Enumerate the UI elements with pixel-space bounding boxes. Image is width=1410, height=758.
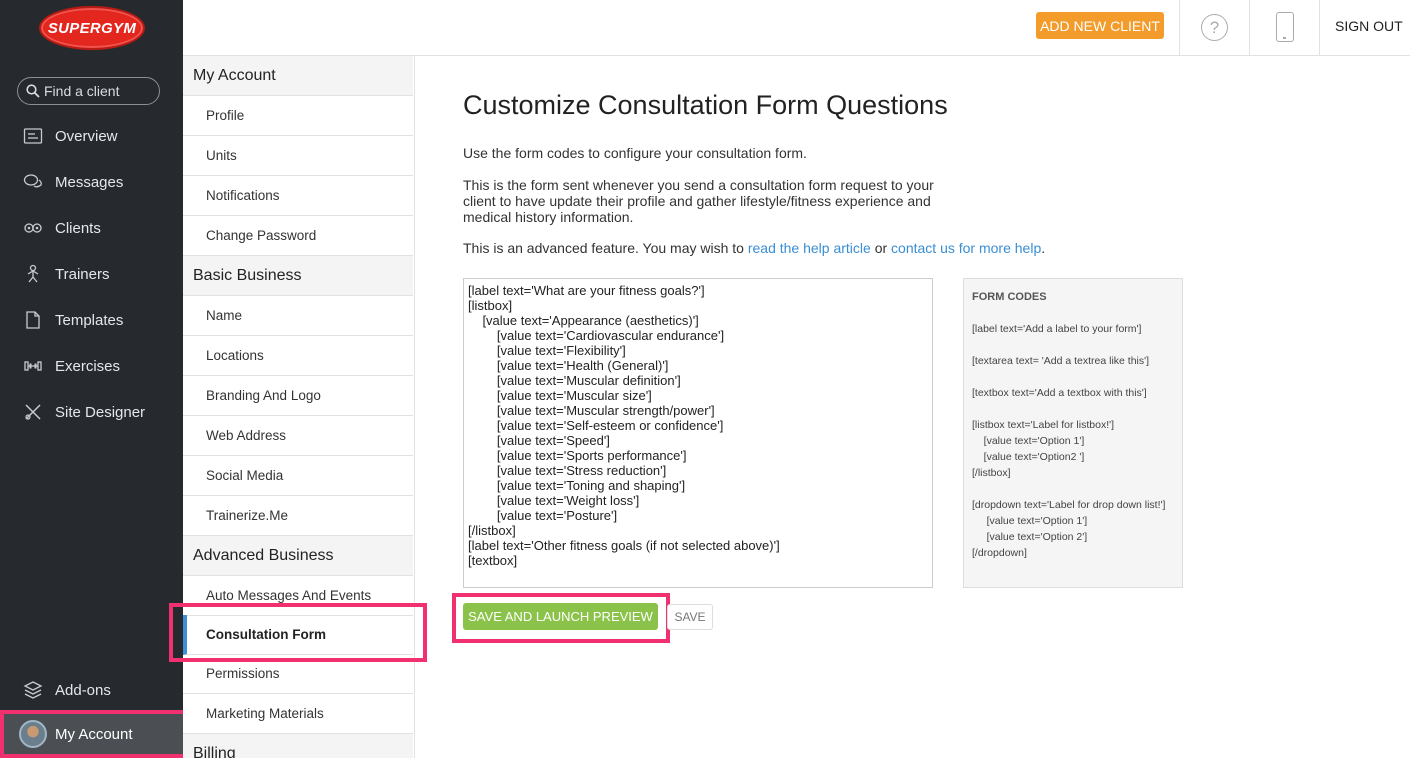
nav-add-ons[interactable]: Add-ons bbox=[0, 670, 183, 710]
section-header-advanced-business: Advanced Business bbox=[183, 536, 413, 576]
description-text: This is the form sent whenever you send … bbox=[463, 177, 934, 225]
settings-item-profile[interactable]: Profile bbox=[183, 96, 413, 136]
settings-item-consultation-form[interactable]: Consultation Form bbox=[183, 615, 413, 655]
code-example: [label text='Add a label to your form'] bbox=[972, 323, 1142, 335]
nav-my-account[interactable]: My Account bbox=[0, 710, 190, 758]
form-codes-panel: FORM CODES [label text='Add a label to y… bbox=[963, 278, 1183, 588]
divider bbox=[1249, 0, 1250, 56]
code-example: [textbox text='Add a textbox with this'] bbox=[972, 387, 1147, 399]
advanced-note: This is an advanced feature. You may wis… bbox=[463, 240, 1163, 256]
find-client-search[interactable] bbox=[17, 77, 160, 105]
layers-icon bbox=[22, 679, 44, 701]
nav-site-designer[interactable]: Site Designer bbox=[0, 392, 183, 432]
settings-item-name[interactable]: Name bbox=[183, 296, 413, 336]
clients-icon bbox=[22, 217, 44, 239]
settings-item-trainerize-me[interactable]: Trainerize.Me bbox=[183, 496, 413, 536]
or-text: or bbox=[870, 240, 892, 256]
settings-item-social-media[interactable]: Social Media bbox=[183, 456, 413, 496]
code-example: [textarea text= 'Add a textrea like this… bbox=[972, 355, 1150, 367]
nav-templates[interactable]: Templates bbox=[0, 300, 183, 340]
help-icon[interactable]: ? bbox=[1201, 14, 1228, 41]
advanced-note-text: This is an advanced feature. You may wis… bbox=[463, 240, 748, 256]
save-and-launch-preview-button[interactable]: SAVE AND LAUNCH PREVIEW bbox=[463, 603, 658, 630]
messages-icon bbox=[22, 171, 44, 193]
code-example: [dropdown text='Label for drop down list… bbox=[972, 499, 1166, 559]
settings-nav: My Account Profile Units Notifications C… bbox=[183, 56, 415, 758]
settings-item-change-password[interactable]: Change Password bbox=[183, 216, 413, 256]
settings-item-notifications[interactable]: Notifications bbox=[183, 176, 413, 216]
search-input[interactable] bbox=[44, 83, 154, 99]
section-header-basic-business: Basic Business bbox=[183, 256, 413, 296]
contact-us-link[interactable]: contact us for more help bbox=[891, 240, 1041, 256]
main-sidebar: SUPERGYM Overview Messages Clients Train… bbox=[0, 0, 183, 758]
templates-icon bbox=[22, 309, 44, 331]
form-codes-title: FORM CODES bbox=[972, 291, 1047, 303]
settings-item-units[interactable]: Units bbox=[183, 136, 413, 176]
nav-label: Templates bbox=[55, 311, 124, 329]
help-article-link[interactable]: read the help article bbox=[748, 240, 871, 256]
nav-label: Overview bbox=[55, 127, 118, 145]
intro-text: Use the form codes to configure your con… bbox=[463, 145, 807, 161]
nav-label: Messages bbox=[55, 173, 124, 191]
nav-label: Clients bbox=[55, 219, 101, 237]
divider bbox=[1319, 0, 1320, 56]
settings-item-marketing-materials[interactable]: Marketing Materials bbox=[183, 694, 413, 734]
search-icon bbox=[26, 84, 40, 98]
nav-label: Add-ons bbox=[55, 681, 111, 699]
exercises-icon bbox=[22, 355, 44, 377]
settings-item-web-address[interactable]: Web Address bbox=[183, 416, 413, 456]
page-title: Customize Consultation Form Questions bbox=[463, 90, 948, 120]
settings-item-branding-and-logo[interactable]: Branding And Logo bbox=[183, 376, 413, 416]
divider bbox=[1179, 0, 1180, 56]
form-code-textarea[interactable]: [label text='What are your fitness goals… bbox=[463, 278, 933, 588]
save-button[interactable]: SAVE bbox=[667, 604, 713, 630]
settings-item-locations[interactable]: Locations bbox=[183, 336, 413, 376]
nav-label: Trainers bbox=[55, 265, 110, 283]
settings-item-permissions[interactable]: Permissions bbox=[183, 654, 413, 694]
nav-label: Site Designer bbox=[55, 403, 146, 421]
mobile-phone-icon[interactable] bbox=[1276, 12, 1294, 42]
top-bar: ADD NEW CLIENT ? SIGN OUT bbox=[183, 0, 1410, 56]
nav-messages[interactable]: Messages bbox=[0, 162, 183, 202]
add-new-client-button[interactable]: ADD NEW CLIENT bbox=[1036, 12, 1164, 39]
section-header-billing: Billing bbox=[183, 734, 413, 758]
logo-text: SUPERGYM bbox=[47, 19, 137, 37]
code-example: [listbox text='Label for listbox!'] [val… bbox=[972, 419, 1115, 479]
nav-label: Exercises bbox=[55, 357, 121, 375]
nav-exercises[interactable]: Exercises bbox=[0, 346, 183, 386]
settings-item-auto-messages[interactable]: Auto Messages And Events bbox=[183, 576, 413, 616]
nav-label: My Account bbox=[55, 725, 133, 743]
nav-clients[interactable]: Clients bbox=[0, 208, 183, 248]
overview-icon bbox=[22, 125, 44, 147]
site-designer-icon bbox=[22, 401, 44, 423]
section-header-my-account: My Account bbox=[183, 56, 413, 96]
nav-trainers[interactable]: Trainers bbox=[0, 254, 183, 294]
supergym-logo[interactable]: SUPERGYM bbox=[39, 6, 145, 50]
sign-out-link[interactable]: SIGN OUT bbox=[1335, 18, 1403, 34]
period-text: . bbox=[1041, 240, 1046, 256]
avatar bbox=[19, 720, 47, 748]
nav-overview[interactable]: Overview bbox=[0, 116, 183, 156]
trainers-icon bbox=[22, 263, 44, 285]
